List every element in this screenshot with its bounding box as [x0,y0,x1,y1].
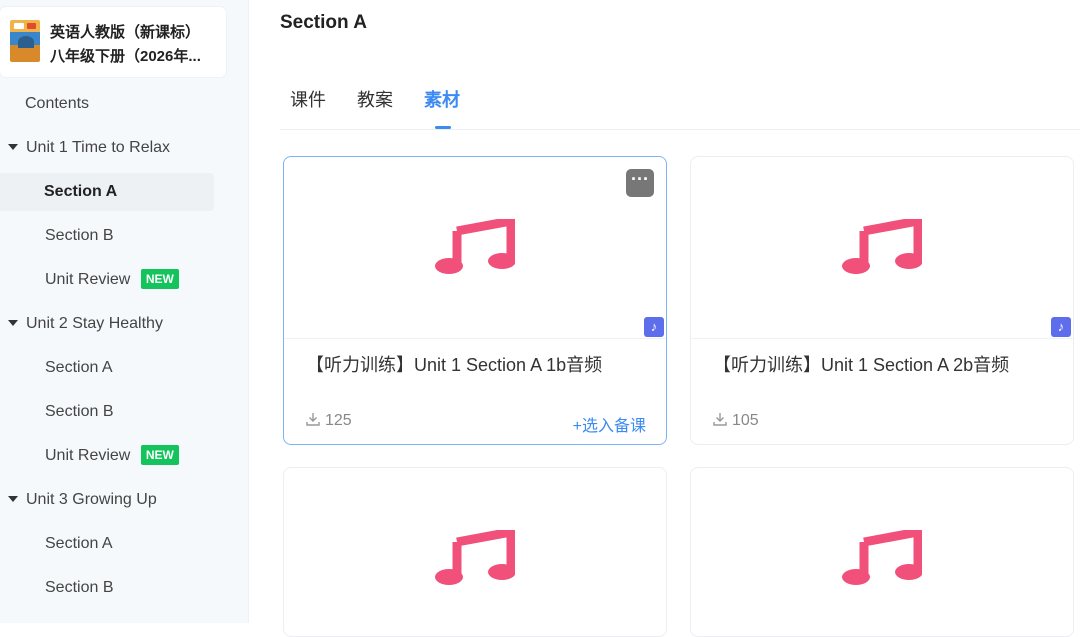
more-options-button[interactable]: ··· [626,169,654,197]
new-badge: NEW [140,268,179,289]
sidebar-item-u1-section-b[interactable]: Section B [0,217,259,255]
book-title-line2: 八年级下册（2026年... [50,48,201,65]
material-card[interactable]: ♪ 【听力训练】Unit 1 Section A 2b音频 105 [690,156,1074,445]
sidebar-item-u2-unit-review[interactable]: Unit Review NEW [0,437,259,475]
sidebar-item-label: Section B [45,579,114,596]
sidebar-item-u2-section-b[interactable]: Section B [0,393,259,431]
sidebar-item-label: Unit 2 Stay Healthy [26,315,163,332]
material-card[interactable] [690,467,1074,637]
sidebar-item-u1-section-a[interactable]: Section A [0,173,214,211]
caret-down-icon [8,144,18,150]
sidebar-item-u3-section-a[interactable]: Section A [0,525,259,563]
sidebar-unit-1[interactable]: Unit 1 Time to Relax [0,129,240,167]
caret-down-icon [8,320,18,326]
music-note-icon [842,219,922,274]
download-count-value: 125 [325,412,352,429]
music-note-icon [435,219,515,274]
sidebar-item-label: Unit Review [45,447,131,464]
audio-type-icon: ♪ [644,317,664,337]
tab-bar: 课件 教案 素材 [280,72,1080,130]
card-thumbnail: ♪ [691,157,1073,339]
sidebar-unit-3[interactable]: Unit 3 Growing Up [0,481,240,519]
book-title-line1: 英语人教版（新课标） [50,24,201,41]
download-icon [713,412,727,426]
audio-type-icon: ♪ [1051,317,1071,337]
card-thumbnail [691,468,1073,636]
tab-lesson-plan[interactable]: 教案 [357,86,393,112]
sidebar-item-u3-section-b[interactable]: Section B [0,569,259,607]
card-title[interactable]: 【听力训练】Unit 1 Section A 2b音频 [713,351,1009,377]
page-title: Section A [280,12,367,33]
sidebar-item-contents[interactable]: Contents [0,85,239,123]
book-header[interactable]: 英语人教版（新课标） 八年级下册（2026年... [0,7,226,77]
sidebar-item-label: Unit 1 Time to Relax [26,139,171,156]
sidebar-item-label: Contents [25,95,90,112]
music-note-icon [435,530,515,585]
sidebar-unit-2[interactable]: Unit 2 Stay Healthy [0,305,240,343]
material-card[interactable]: ··· ♪ 【听力训练】Unit 1 Section A 1b音频 125 +选… [283,156,667,445]
sidebar: 英语人教版（新课标） 八年级下册（2026年... Contents Unit … [0,0,249,623]
sidebar-item-label: Unit Review [45,271,131,288]
sidebar-item-label: Section B [45,227,114,244]
card-title[interactable]: 【听力训练】Unit 1 Section A 1b音频 [306,351,602,377]
download-count: 105 [713,412,759,430]
tab-materials[interactable]: 素材 [424,86,460,112]
sidebar-item-label: Section A [45,535,113,552]
card-thumbnail [284,468,666,636]
add-to-lesson-button[interactable]: +选入备课 [573,412,646,436]
caret-down-icon [8,496,18,502]
card-thumbnail: ··· ♪ [284,157,666,339]
download-icon [306,412,320,426]
download-count-value: 105 [732,412,759,429]
sidebar-item-u1-unit-review[interactable]: Unit Review NEW [0,261,259,299]
music-note-icon [842,530,922,585]
download-count: 125 [306,412,352,430]
sidebar-item-u2-section-a[interactable]: Section A [0,349,259,387]
book-cover-image [10,20,40,62]
sidebar-item-label: Section B [45,403,114,420]
sidebar-item-label: Section A [45,359,113,376]
sidebar-item-label: Section A [44,183,118,200]
tab-courseware[interactable]: 课件 [290,86,326,112]
active-tab-indicator [435,126,451,129]
sidebar-item-label: Unit 3 Growing Up [26,491,157,508]
material-card[interactable] [283,467,667,637]
book-title: 英语人教版（新课标） 八年级下册（2026年... [50,21,220,69]
new-badge: NEW [140,444,179,465]
